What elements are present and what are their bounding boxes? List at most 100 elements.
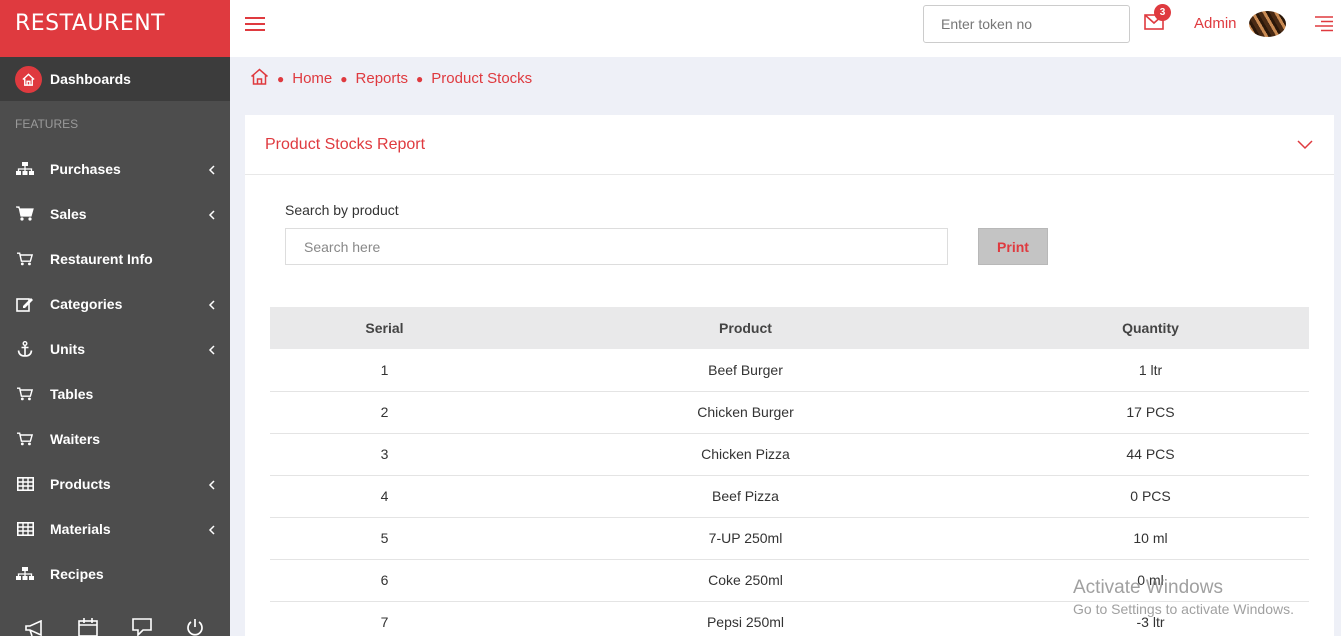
- cell-quantity: 0 PCS: [992, 475, 1309, 518]
- breadcrumb: ● Home ● Reports ● Product Stocks: [250, 68, 532, 89]
- sidebar-item-label: Tables: [50, 385, 94, 402]
- watermark-subtitle: Go to Settings to activate Windows.: [1073, 601, 1294, 617]
- sidebar-item-label: Materials: [50, 520, 111, 537]
- breadcrumb-product-stocks: Product Stocks: [431, 70, 533, 87]
- card-title: Product Stocks Report: [265, 136, 426, 153]
- sidebar-item-recipes[interactable]: Recipes: [0, 551, 230, 596]
- megaphone-icon[interactable]: [23, 614, 47, 636]
- cart-icon: [15, 206, 35, 222]
- cell-quantity: 10 ml: [992, 517, 1309, 560]
- sidebar-item-materials[interactable]: Materials: [0, 506, 230, 551]
- cart-icon: [15, 431, 35, 447]
- report-card: Product Stocks Report Search by product …: [245, 115, 1334, 636]
- activate-windows-watermark: Activate Windows Go to Settings to activ…: [1073, 577, 1294, 617]
- brand-logo[interactable]: RESTAURENT: [0, 0, 230, 57]
- cell-product: 7-UP 250ml: [499, 517, 992, 560]
- sidebar-item-dashboards[interactable]: Dashboards: [0, 57, 230, 101]
- cell-serial: 5: [270, 517, 499, 560]
- chevron-left-icon: [208, 162, 216, 180]
- table-icon: [15, 521, 35, 537]
- sidebar-item-label: Categories: [50, 295, 123, 312]
- sitemap-icon: [15, 566, 35, 582]
- table-row: 4 Beef Pizza 0 PCS: [270, 475, 1309, 518]
- breadcrumb-separator: ●: [340, 71, 348, 86]
- sidebar: RESTAURENT Dashboards FEATURES Purchases…: [0, 0, 230, 636]
- table-row: 2 Chicken Burger 17 PCS: [270, 391, 1309, 434]
- sidebar-footer: [0, 602, 230, 636]
- chevron-left-icon: [208, 342, 216, 360]
- hamburger-menu-icon[interactable]: [245, 16, 265, 37]
- chevron-left-icon: [208, 207, 216, 225]
- sidebar-section-label: FEATURES: [15, 117, 79, 131]
- card-header: Product Stocks Report: [245, 115, 1334, 175]
- cell-product: Beef Pizza: [499, 475, 992, 518]
- sidebar-item-label: Purchases: [50, 160, 121, 177]
- chat-icon[interactable]: [130, 614, 154, 636]
- chevron-down-icon[interactable]: [1297, 137, 1313, 155]
- breadcrumb-separator: ●: [277, 71, 285, 86]
- home-icon: [15, 65, 42, 93]
- column-header-product[interactable]: Product: [499, 307, 992, 349]
- sidebar-item-units[interactable]: Units: [0, 326, 230, 371]
- cell-quantity: 44 PCS: [992, 433, 1309, 476]
- breadcrumb-separator: ●: [416, 71, 424, 86]
- token-input[interactable]: [923, 5, 1130, 43]
- topbar: 3 Admin: [230, 0, 1341, 57]
- sidebar-item-purchases[interactable]: Purchases: [0, 146, 230, 191]
- chevron-left-icon: [208, 297, 216, 315]
- watermark-title: Activate Windows: [1073, 577, 1223, 598]
- sidebar-item-label: Sales: [50, 205, 87, 222]
- sidebar-item-waiters[interactable]: Waiters: [0, 416, 230, 461]
- cell-product: Chicken Burger: [499, 391, 992, 434]
- table-header-row: Serial Product Quantity: [270, 307, 1309, 349]
- sidebar-item-products[interactable]: Products: [0, 461, 230, 506]
- table-row: 5 7-UP 250ml 10 ml: [270, 517, 1309, 560]
- cell-serial: 2: [270, 391, 499, 434]
- edit-icon: [15, 296, 35, 312]
- sidebar-item-label: Products: [50, 475, 111, 492]
- cell-serial: 4: [270, 475, 499, 518]
- chevron-left-icon: [208, 477, 216, 495]
- sidebar-item-categories[interactable]: Categories: [0, 281, 230, 326]
- cell-product: Chicken Pizza: [499, 433, 992, 476]
- breadcrumb-reports[interactable]: Reports: [356, 70, 409, 87]
- sitemap-icon: [15, 161, 35, 177]
- sidebar-item-restaurent-info[interactable]: Restaurent Info: [0, 236, 230, 281]
- cell-serial: 3: [270, 433, 499, 476]
- right-menu-icon[interactable]: [1313, 16, 1333, 37]
- table-icon: [15, 476, 35, 492]
- cell-serial: 7: [270, 601, 499, 636]
- cell-quantity: 17 PCS: [992, 391, 1309, 434]
- user-name[interactable]: Admin: [1194, 15, 1237, 32]
- cart-icon: [15, 386, 35, 402]
- power-icon[interactable]: [183, 614, 207, 636]
- chevron-left-icon: [208, 522, 216, 540]
- cell-product: Beef Burger: [499, 349, 992, 392]
- cell-product: Coke 250ml: [499, 559, 992, 602]
- sidebar-item-label: Restaurent Info: [50, 250, 153, 267]
- sidebar-item-sales[interactable]: Sales: [0, 191, 230, 236]
- sidebar-item-label: Recipes: [50, 565, 104, 582]
- table-row: 3 Chicken Pizza 44 PCS: [270, 433, 1309, 476]
- sidebar-item-label: Waiters: [50, 430, 101, 447]
- table-row: 1 Beef Burger 1 ltr: [270, 349, 1309, 392]
- anchor-icon: [15, 340, 35, 357]
- cell-serial: 6: [270, 559, 499, 602]
- cell-product: Pepsi 250ml: [499, 601, 992, 636]
- calendar-icon[interactable]: [76, 614, 100, 636]
- search-label: Search by product: [285, 202, 399, 218]
- column-header-quantity[interactable]: Quantity: [992, 307, 1309, 349]
- cart-icon: [15, 251, 35, 267]
- column-header-serial[interactable]: Serial: [270, 307, 499, 349]
- home-icon[interactable]: [250, 68, 269, 89]
- print-button[interactable]: Print: [978, 228, 1048, 265]
- sidebar-item-label: Units: [50, 340, 85, 357]
- sidebar-item-label: Dashboards: [50, 71, 131, 87]
- avatar[interactable]: [1249, 11, 1286, 37]
- breadcrumb-home[interactable]: Home: [292, 70, 332, 87]
- cell-serial: 1: [270, 349, 499, 392]
- notification-badge: 3: [1154, 4, 1171, 21]
- cell-quantity: 1 ltr: [992, 349, 1309, 392]
- sidebar-item-tables[interactable]: Tables: [0, 371, 230, 416]
- search-input[interactable]: [285, 228, 948, 265]
